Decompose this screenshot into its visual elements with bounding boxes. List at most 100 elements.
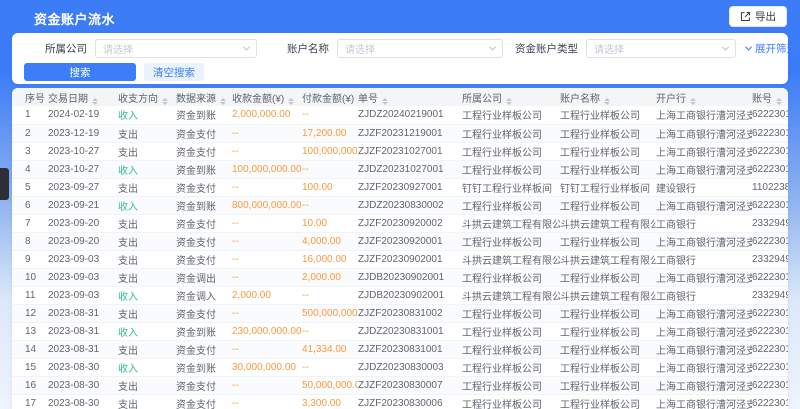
side-panel-handle[interactable]: [0, 168, 9, 200]
table-row[interactable]: 12024-02-19收入资金到账2,000,000.00--ZJDZ20240…: [12, 106, 788, 124]
cell-source: 资金支付: [176, 304, 232, 322]
column-header-company[interactable]: 所属公司: [462, 88, 560, 106]
cell-direction: 收入: [118, 322, 176, 340]
cell-account_no: 62223011: [752, 232, 788, 250]
cell-receive: --: [232, 304, 302, 322]
cell-index: 16: [12, 376, 48, 394]
table-row[interactable]: 42023-10-27收入资金到账100,000,000.00--ZJDZ202…: [12, 160, 788, 178]
cell-order_no: ZJDZ20231027001: [358, 160, 462, 178]
cell-index: 2: [12, 124, 48, 142]
column-header-date[interactable]: 交易日期: [48, 88, 118, 106]
filter-select[interactable]: 请选择: [337, 39, 503, 58]
cell-company: 工程行业样板公司: [462, 340, 560, 358]
cell-bank: 上海工商银行漕河泾支行: [656, 358, 752, 376]
filter-fields: 所属公司请选择账户名称请选择资金账户类型请选择: [24, 39, 736, 58]
cell-source: 资金支付: [176, 250, 232, 268]
column-label: 收支方向: [118, 94, 158, 105]
column-header-pay[interactable]: 付款金额(¥): [302, 88, 358, 106]
table-row[interactable]: 52023-09-27支出资金支付--100.00ZJZF20230927001…: [12, 178, 788, 196]
clear-search-button[interactable]: 清空搜索: [144, 63, 204, 81]
cell-index: 6: [12, 196, 48, 214]
column-label: 账户名称: [560, 94, 600, 105]
cell-index: 10: [12, 268, 48, 286]
column-header-order_no[interactable]: 单号: [358, 88, 462, 106]
cell-account_no: 62223011: [752, 142, 788, 160]
table-row[interactable]: 152023-08-30收入资金到账30,000,000.00--ZJDZ202…: [12, 358, 788, 376]
sort-icon: [776, 98, 782, 105]
filter-buttons: 搜索 清空搜索: [24, 63, 778, 81]
cell-source: 资金支付: [176, 214, 232, 232]
table-body: 12024-02-19收入资金到账2,000,000.00--ZJDZ20240…: [12, 106, 788, 409]
cell-source: 资金支付: [176, 376, 232, 394]
cell-account_name: 工程行业样板公司: [560, 106, 656, 124]
cell-receive: 100,000,000.00: [232, 160, 302, 178]
cell-account_no: 62223011: [752, 304, 788, 322]
table-row[interactable]: 102023-09-03支出资金调出--2,000.00ZJDB20230902…: [12, 268, 788, 286]
cell-bank: 上海工商银行漕河泾支行: [656, 340, 752, 358]
cell-date: 2023-12-19: [48, 124, 118, 142]
table-row[interactable]: 92023-09-03支出资金支付--16,000.00ZJZF20230902…: [12, 250, 788, 268]
cell-bank: 上海工商银行漕河泾支行: [656, 304, 752, 322]
table-row[interactable]: 122023-08-31支出资金支付--500,000,000.00ZJZF20…: [12, 304, 788, 322]
table-row[interactable]: 162023-08-30支出资金支付--50,000,000.00ZJZF202…: [12, 376, 788, 394]
cell-account_no: 23329499: [752, 214, 788, 232]
table-row[interactable]: 82023-09-20支出资金支付--4,000.00ZJZF202309200…: [12, 232, 788, 250]
cell-direction: 支出: [118, 268, 176, 286]
cell-receive: --: [232, 124, 302, 142]
cell-order_no: ZJZF20230920002: [358, 214, 462, 232]
table-row[interactable]: 112023-09-03收入资金调入2,000.00--ZJDB20230902…: [12, 286, 788, 304]
filter-select[interactable]: 请选择: [95, 39, 257, 58]
select-placeholder: 请选择: [594, 41, 624, 56]
table-row[interactable]: 32023-10-27支出资金支付--100,000,000.00ZJZF202…: [12, 142, 788, 160]
column-header-direction[interactable]: 收支方向: [118, 88, 176, 106]
cell-order_no: ZJZF20231027001: [358, 142, 462, 160]
cell-company: 斗拱云建筑工程有限公司: [462, 214, 560, 232]
cell-account_name: 斗拱云建筑工程有限公司: [560, 250, 656, 268]
expand-filters-link[interactable]: 展开筛选: [746, 41, 797, 56]
cell-index: 5: [12, 178, 48, 196]
cell-date: 2023-08-30: [48, 376, 118, 394]
cell-account_no: 23329499: [752, 286, 788, 304]
cell-order_no: ZJZF20230831001: [358, 340, 462, 358]
cell-receive: --: [232, 214, 302, 232]
export-icon: [740, 11, 751, 22]
cell-index: 3: [12, 142, 48, 160]
cell-order_no: ZJDZ20230830002: [358, 196, 462, 214]
column-header-account_no[interactable]: 账号: [752, 88, 788, 106]
table-row[interactable]: 62023-09-21收入资金到账800,000,000.00--ZJDZ202…: [12, 196, 788, 214]
search-button[interactable]: 搜索: [24, 63, 136, 81]
cell-account_name: 斗拱云建筑工程有限公司: [560, 286, 656, 304]
cell-direction: 收入: [118, 358, 176, 376]
table-row[interactable]: 132023-08-31收入资金到账230,000,000.00--ZJDZ20…: [12, 322, 788, 340]
export-button[interactable]: 导出: [729, 6, 787, 27]
cell-company: 工程行业样板公司: [462, 106, 560, 124]
table-row[interactable]: 142023-08-31支出资金支付--41,334.00ZJZF2023083…: [12, 340, 788, 358]
cell-account_no: 62223011: [752, 340, 788, 358]
cell-direction: 支出: [118, 376, 176, 394]
cell-bank: 上海工商银行漕河泾支行: [656, 376, 752, 394]
cell-date: 2023-08-31: [48, 340, 118, 358]
cell-order_no: ZJZF20230920001: [358, 232, 462, 250]
column-header-bank[interactable]: 开户行: [656, 88, 752, 106]
column-header-receive[interactable]: 收款金额(¥): [232, 88, 302, 106]
chevron-down-icon: [722, 44, 729, 51]
cell-company: 工程行业样板公司: [462, 160, 560, 178]
cell-company: 工程行业样板公司: [462, 358, 560, 376]
select-placeholder: 请选择: [345, 41, 375, 56]
cell-account_no: 62223011: [752, 322, 788, 340]
column-header-account_name[interactable]: 账户名称: [560, 88, 656, 106]
column-header-source[interactable]: 数据来源: [176, 88, 232, 106]
cell-company: 工程行业样板公司: [462, 376, 560, 394]
filter-select[interactable]: 请选择: [586, 39, 736, 58]
cell-source: 资金支付: [176, 340, 232, 358]
table-row[interactable]: 22023-12-19支出资金支付--17,200.00ZJZF20231219…: [12, 124, 788, 142]
cell-source: 资金调出: [176, 268, 232, 286]
filter-group-1: 账户名称请选择: [287, 39, 503, 58]
cell-direction: 支出: [118, 178, 176, 196]
cell-account_name: 工程行业样板公司: [560, 268, 656, 286]
table-row[interactable]: 72023-09-20支出资金支付--10.00ZJZF20230920002斗…: [12, 214, 788, 232]
cell-account_name: 斗拱云建筑工程有限公司: [560, 214, 656, 232]
column-label: 所属公司: [462, 94, 502, 105]
cell-pay: 3,300.00: [302, 394, 358, 409]
table-row[interactable]: 172023-08-30支出资金支付--3,300.00ZJZF20230830…: [12, 394, 788, 409]
